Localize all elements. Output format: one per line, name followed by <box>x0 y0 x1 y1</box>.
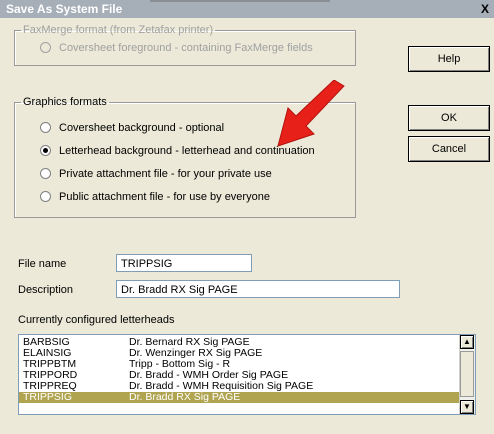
window-title: Save As System File <box>6 2 123 16</box>
help-button[interactable]: Help <box>408 46 490 72</box>
title-bar: Save As System File X <box>0 0 494 18</box>
radio-circle-selected <box>40 144 51 156</box>
radio-coversheet-background[interactable]: Coversheet background - optional <box>40 120 224 136</box>
radio-label: Private attachment file - for your priva… <box>59 168 272 180</box>
radio-label: Public attachment file - for use by ever… <box>59 191 270 203</box>
radio-label: Coversheet foreground - containing FaxMe… <box>59 42 313 54</box>
radio-circle <box>40 41 51 53</box>
arrow-shape <box>277 80 345 147</box>
list-item-selected[interactable]: TRIPPSIG Dr. Bradd RX Sig PAGE <box>19 392 459 403</box>
list-item[interactable]: ELAINSIG Dr. Wenzinger RX Sig PAGE <box>19 348 459 359</box>
red-arrow-annotation <box>277 80 345 147</box>
scroll-up-icon[interactable]: ▲ <box>460 335 474 349</box>
faxmerge-legend: FaxMerge format (from Zetafax printer) <box>23 24 214 36</box>
radio-private-attachment[interactable]: Private attachment file - for your priva… <box>40 166 272 182</box>
close-button[interactable]: X <box>478 0 492 18</box>
ok-button[interactable]: OK <box>408 105 490 131</box>
help-button-label: Help <box>437 53 461 65</box>
ok-button-label: OK <box>441 112 457 124</box>
radio-circle <box>40 190 51 202</box>
file-name-input[interactable]: TRIPPSIG <box>116 254 252 272</box>
radio-coversheet-foreground: Coversheet foreground - containing FaxMe… <box>40 40 313 56</box>
letterheads-listbox[interactable]: BARBSIG Dr. Bernard RX Sig PAGE ELAINSIG… <box>18 334 476 415</box>
cancel-button-label: Cancel <box>431 143 467 155</box>
radio-circle <box>40 121 51 133</box>
scan-artifact <box>150 0 330 2</box>
cancel-button[interactable]: Cancel <box>408 136 490 162</box>
description-input[interactable]: Dr. Bradd RX Sig PAGE <box>116 280 400 298</box>
graphics-formats-legend: Graphics formats <box>23 96 107 108</box>
letterhead-description: Dr. Bradd RX Sig PAGE <box>129 391 241 403</box>
file-name-label: File name <box>18 258 67 270</box>
scroll-thumb[interactable] <box>460 351 474 397</box>
save-as-dialog: Save As System File X FaxMerge format (f… <box>0 0 494 434</box>
radio-public-attachment[interactable]: Public attachment file - for use by ever… <box>40 189 270 205</box>
radio-circle <box>40 167 51 179</box>
description-label: Description <box>18 284 74 296</box>
listbox-scrollbar[interactable]: ▲ ▼ <box>459 335 475 414</box>
letterheads-label: Currently configured letterheads <box>18 314 175 326</box>
radio-label: Coversheet background - optional <box>59 122 225 134</box>
letterhead-name: TRIPPSIG <box>23 391 73 403</box>
scroll-down-icon[interactable]: ▼ <box>460 400 474 414</box>
